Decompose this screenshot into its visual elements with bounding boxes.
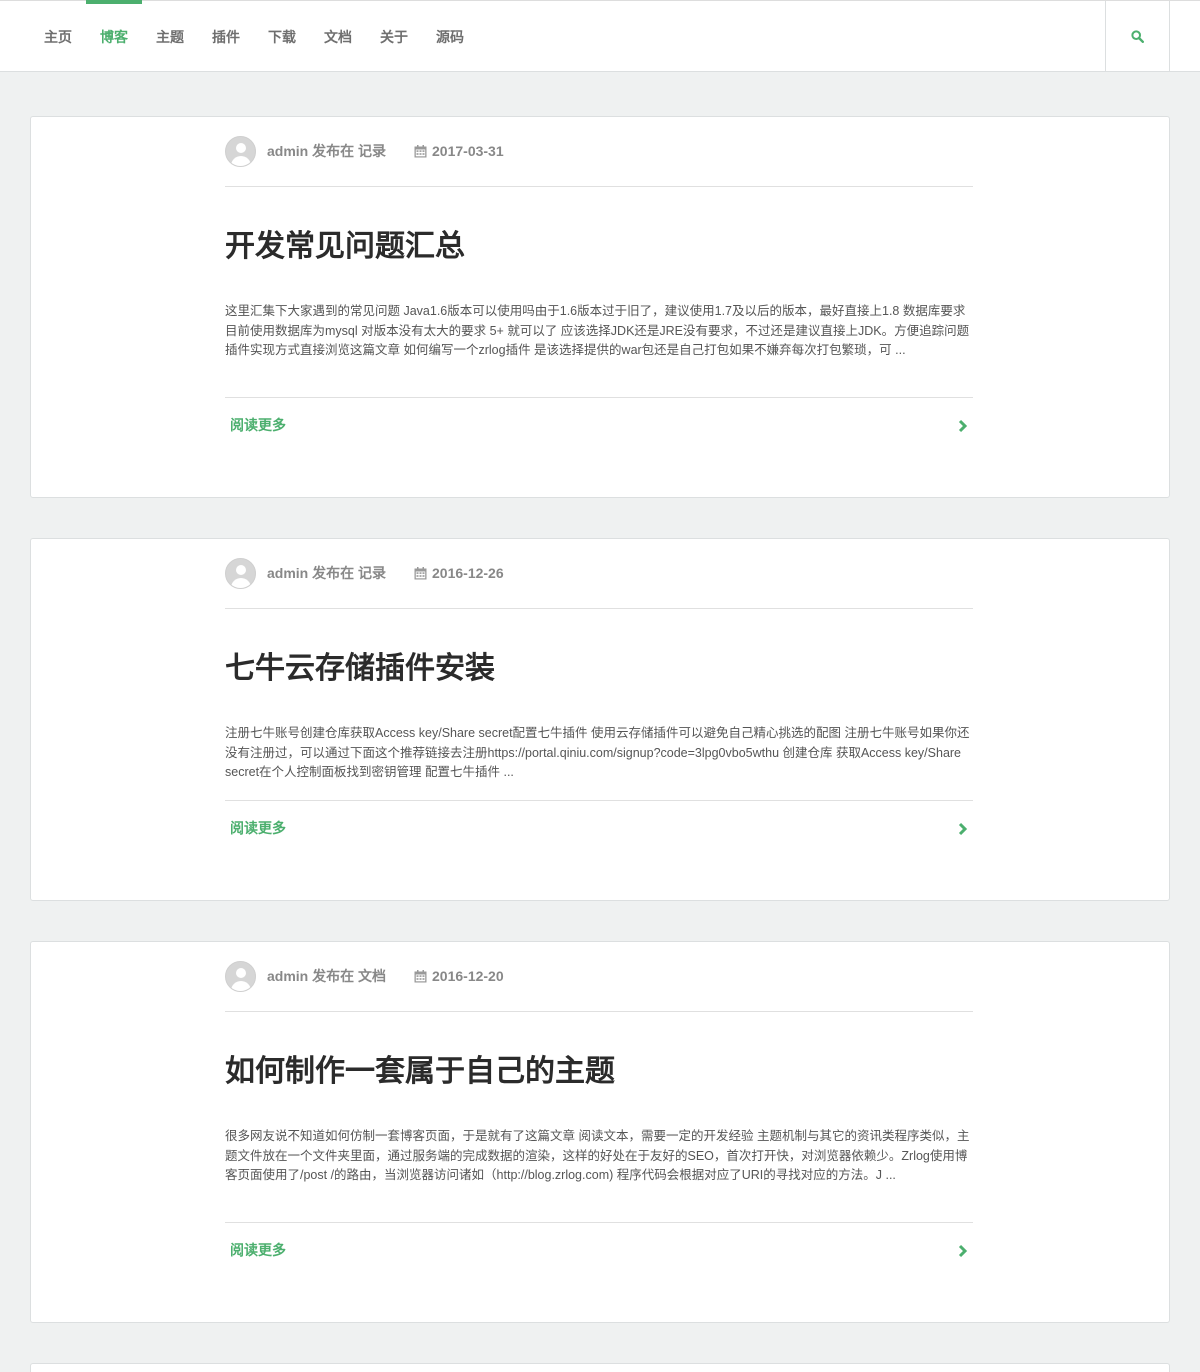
avatar — [225, 557, 256, 589]
nav-item-themes[interactable]: 主题 — [142, 1, 198, 72]
post-meta: admin 发布在 文档 2016-12-20 — [225, 960, 973, 992]
post-excerpt: 这里汇集下大家遇到的常见问题 Java1.6版本可以使用吗由于1.6版本过于旧了… — [225, 304, 970, 357]
chevron-right-icon[interactable] — [957, 822, 969, 836]
chevron-right-icon[interactable] — [957, 419, 969, 433]
post-date-text: 2016-12-20 — [432, 968, 504, 984]
post-card — [30, 1363, 1170, 1372]
avatar — [225, 135, 256, 167]
post-date-text: 2017-03-31 — [432, 143, 504, 159]
nav-menu: 主页 博客 主题 插件 下载 文档 关于 源码 — [30, 0, 478, 72]
read-more-link[interactable]: 阅读更多 — [230, 818, 286, 838]
post-date: 2017-03-31 — [414, 143, 504, 159]
nav-item-download[interactable]: 下载 — [254, 1, 310, 72]
divider — [225, 608, 973, 609]
search-button[interactable] — [1105, 1, 1170, 72]
nav-item-plugins[interactable]: 插件 — [198, 1, 254, 72]
read-more-link[interactable]: 阅读更多 — [230, 415, 286, 435]
post-date: 2016-12-20 — [414, 968, 504, 984]
nav-item-about[interactable]: 关于 — [366, 1, 422, 72]
divider — [225, 1011, 973, 1012]
post-meta: admin 发布在 记录 2017-03-31 — [225, 135, 973, 167]
chevron-right-icon[interactable] — [957, 1244, 969, 1258]
divider — [225, 800, 973, 801]
post-excerpt: 很多网友说不知道如何仿制一套博客页面，于是就有了这篇文章 阅读文本，需要一定的开… — [225, 1129, 970, 1182]
post-author-category: admin 发布在 记录 — [267, 143, 387, 159]
post-title[interactable]: 开发常见问题汇总 — [225, 227, 465, 267]
post-card: admin 发布在 记录 2017-03-31 开发常见问题汇总 这里汇集下大家… — [30, 116, 1170, 498]
calendar-icon — [414, 969, 427, 982]
search-icon — [1131, 30, 1144, 43]
post-excerpt: 注册七牛账号创建仓库获取Access key/Share secret配置七牛插… — [225, 726, 970, 779]
post-author-category: admin 发布在 文档 — [267, 968, 387, 984]
post-author-category: admin 发布在 记录 — [267, 565, 387, 581]
nav-item-home[interactable]: 主页 — [30, 1, 86, 72]
post-card: admin 发布在 记录 2016-12-26 七牛云存储插件安装 注册七牛账号… — [30, 538, 1170, 901]
post-date-text: 2016-12-26 — [432, 565, 504, 581]
divider — [225, 397, 973, 398]
post-card: admin 发布在 文档 2016-12-20 如何制作一套属于自己的主题 很多… — [30, 941, 1170, 1323]
calendar-icon — [414, 144, 427, 157]
nav-item-blog[interactable]: 博客 — [86, 0, 142, 72]
avatar — [225, 960, 256, 992]
post-title[interactable]: 如何制作一套属于自己的主题 — [225, 1052, 615, 1092]
divider — [225, 1222, 973, 1223]
nav-item-docs[interactable]: 文档 — [310, 1, 366, 72]
calendar-icon — [414, 566, 427, 579]
post-date: 2016-12-26 — [414, 565, 504, 581]
top-navbar: 主页 博客 主题 插件 下载 文档 关于 源码 — [0, 0, 1200, 72]
post-title[interactable]: 七牛云存储插件安装 — [225, 649, 495, 689]
post-meta: admin 发布在 记录 2016-12-26 — [225, 557, 973, 589]
divider — [225, 186, 973, 187]
nav-item-source[interactable]: 源码 — [422, 1, 478, 72]
read-more-link[interactable]: 阅读更多 — [230, 1240, 286, 1260]
